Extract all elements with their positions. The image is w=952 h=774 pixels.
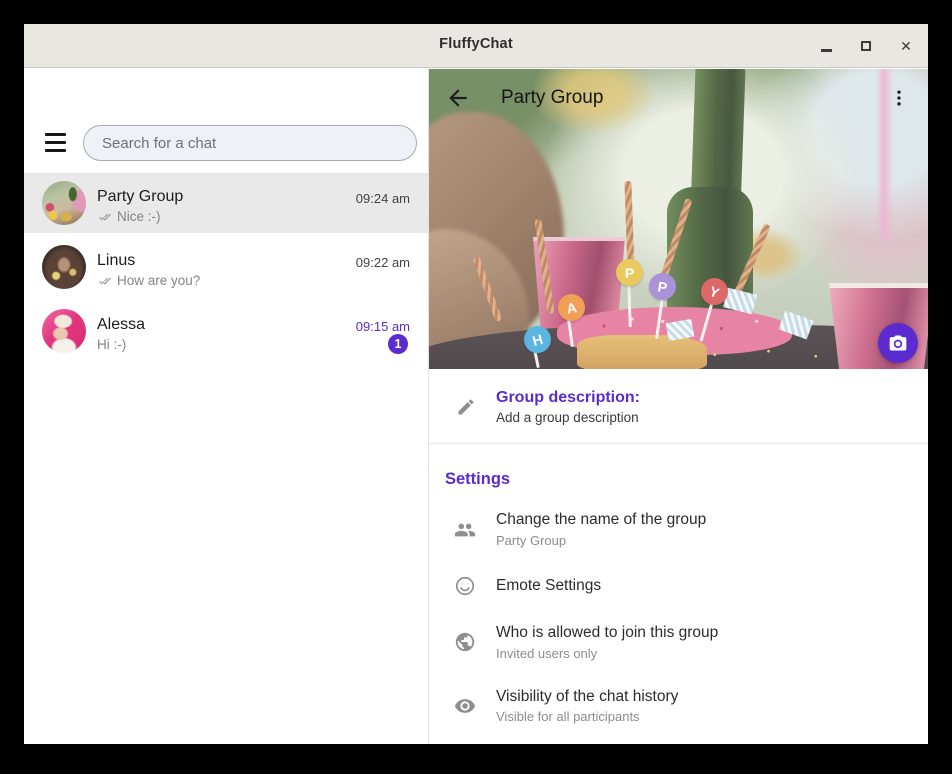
- search-input[interactable]: [83, 125, 417, 161]
- setting-title: Emote Settings: [496, 577, 601, 596]
- titlebar: FluffyChat ✕: [24, 24, 928, 68]
- group-description-item[interactable]: Group description: Add a group descripti…: [429, 369, 928, 443]
- eye-icon: [454, 695, 476, 717]
- overflow-menu-button[interactable]: [886, 85, 912, 111]
- group-details-panel: H A P P Y Party Group: [428, 69, 928, 744]
- setting-text: Who is allowed to join this group Invite…: [496, 624, 718, 661]
- chat-row-alessa[interactable]: Alessa Hi :-) 09:15 am 1: [24, 301, 428, 361]
- unread-count-badge: 1: [388, 334, 408, 354]
- group-avatar-photo[interactable]: H A P P Y Party Group: [429, 69, 928, 369]
- chat-time: 09:22 am: [356, 255, 410, 270]
- group-icon: [454, 519, 476, 541]
- emoji-icon: [454, 575, 476, 597]
- camera-icon: [888, 333, 908, 353]
- chat-preview-text: Hi :-): [97, 337, 126, 352]
- edit-pencil-icon: [456, 397, 476, 417]
- setting-history-visibility[interactable]: Visibility of the chat history Visible f…: [429, 688, 928, 725]
- avatar: [42, 181, 86, 225]
- chat-name: Alessa: [97, 316, 145, 334]
- chat-preview: Nice :-): [97, 209, 161, 224]
- detail-appbar: Party Group: [429, 69, 928, 127]
- read-receipt-icon: [97, 211, 113, 223]
- close-button[interactable]: ✕: [898, 38, 914, 54]
- divider: [429, 443, 928, 444]
- setting-subtitle: Invited users only: [496, 646, 718, 661]
- back-icon[interactable]: [445, 85, 471, 111]
- chat-preview-text: Nice :-): [117, 209, 161, 224]
- setting-title: Visibility of the chat history: [496, 688, 678, 707]
- avatar: [42, 245, 86, 289]
- chat-row-party-group[interactable]: Party Group Nice :-) 09:24 am: [24, 173, 428, 233]
- setting-text: Change the name of the group Party Group: [496, 511, 706, 548]
- maximize-button[interactable]: [858, 38, 874, 54]
- settings-heading: Settings: [445, 470, 928, 489]
- setting-subtitle: Party Group: [496, 533, 706, 548]
- search-row: [24, 69, 428, 173]
- chat-row-linus[interactable]: Linus How are you? 09:22 am: [24, 237, 428, 297]
- setting-emote-settings[interactable]: Emote Settings: [429, 575, 928, 597]
- chat-list-panel: Party Group Nice :-) 09:24 am Linus How …: [24, 69, 428, 744]
- detail-title: Party Group: [501, 87, 603, 109]
- group-description-text: Group description: Add a group descripti…: [496, 389, 640, 425]
- window-title: FluffyChat: [24, 36, 928, 52]
- screen: FluffyChat ✕ Party Group Nice :-): [0, 0, 952, 774]
- setting-subtitle: Visible for all participants: [496, 709, 678, 724]
- chat-time: 09:15 am: [356, 319, 410, 334]
- chat-preview: How are you?: [97, 273, 200, 288]
- avatar: [42, 309, 86, 353]
- maximize-icon: [861, 41, 871, 51]
- close-icon: ✕: [900, 39, 912, 53]
- setting-text: Visibility of the chat history Visible f…: [496, 688, 678, 725]
- fluffychat-window: FluffyChat ✕ Party Group Nice :-): [24, 24, 928, 744]
- setting-title: Change the name of the group: [496, 511, 706, 530]
- menu-icon[interactable]: [45, 133, 66, 152]
- group-description-value: Add a group description: [496, 410, 640, 425]
- setting-join-rules[interactable]: Who is allowed to join this group Invite…: [429, 624, 928, 661]
- change-photo-button[interactable]: [878, 323, 918, 363]
- group-description-label: Group description:: [496, 389, 640, 407]
- kebab-menu-icon: [889, 88, 909, 108]
- setting-change-group-name[interactable]: Change the name of the group Party Group: [429, 511, 928, 548]
- chat-name: Party Group: [97, 188, 183, 206]
- setting-title: Who is allowed to join this group: [496, 624, 718, 643]
- window-controls: ✕: [818, 24, 914, 68]
- minimize-button[interactable]: [818, 38, 834, 54]
- chat-name: Linus: [97, 252, 135, 270]
- globe-icon: [454, 631, 476, 653]
- settings-list: Change the name of the group Party Group…: [429, 511, 928, 724]
- minimize-icon: [821, 49, 832, 52]
- read-receipt-icon: [97, 275, 113, 287]
- setting-text: Emote Settings: [496, 577, 601, 596]
- chat-preview-text: How are you?: [117, 273, 200, 288]
- chat-time: 09:24 am: [356, 191, 410, 206]
- chat-preview: Hi :-): [97, 337, 126, 352]
